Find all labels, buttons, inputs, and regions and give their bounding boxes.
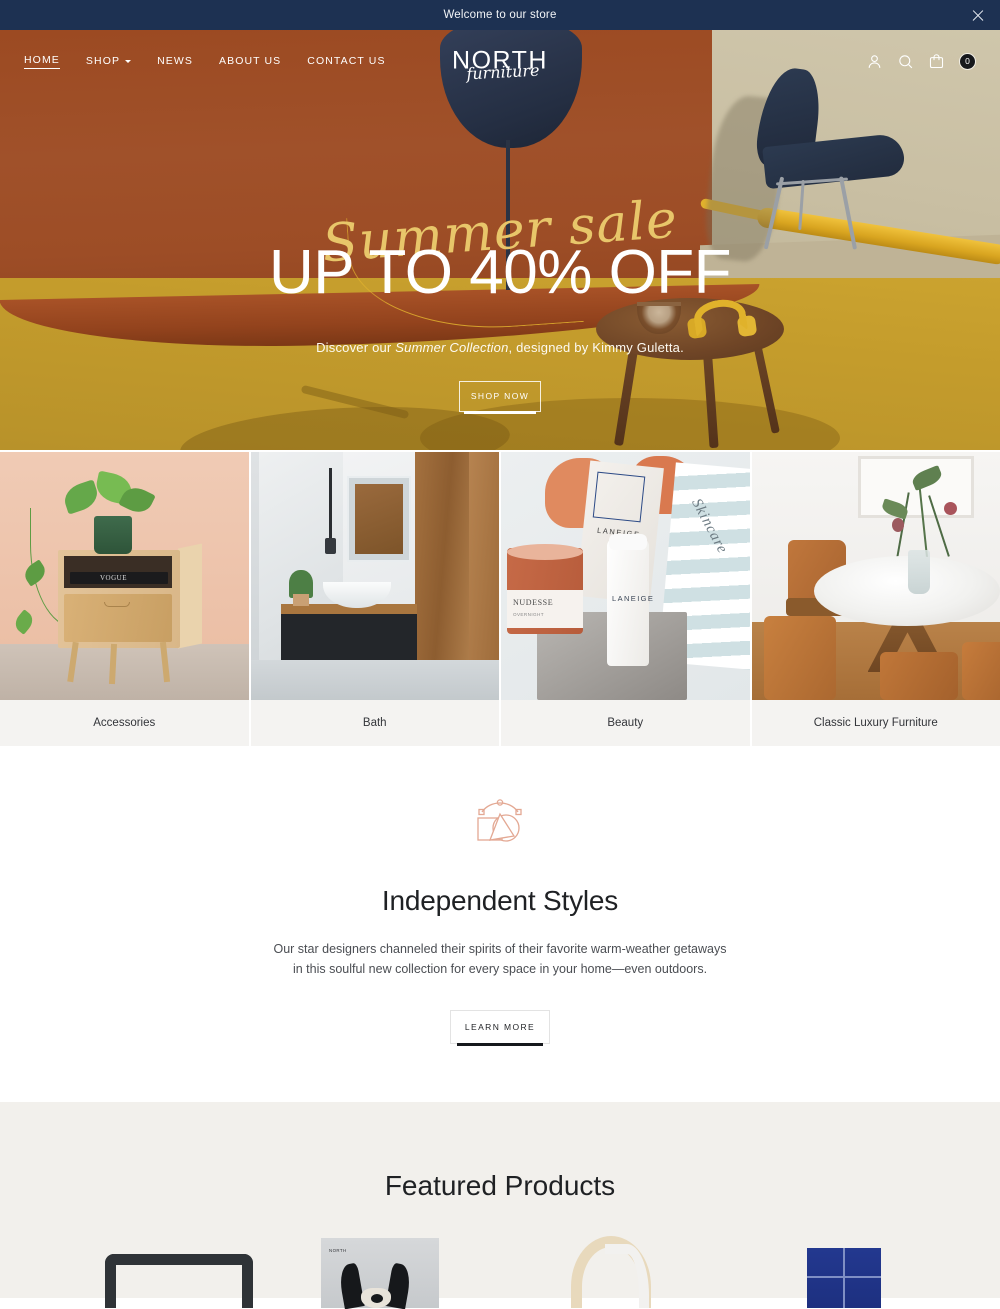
cart-count-badge[interactable]: 0 [959,53,976,70]
featured-products-title: Featured Products [0,1170,1000,1202]
nav-label: SHOP [86,55,120,67]
nav-label: HOME [24,54,60,66]
section-body-line-1: Our star designers channeled their spiri… [0,939,1000,959]
hero-subtitle-emphasis: Summer Collection [395,340,508,355]
category-card-beauty[interactable]: Skincare LANEIGE NUDESSE OVERNIGHT LANEI… [501,452,750,746]
nav-item-about-us[interactable]: ABOUT US [219,55,281,67]
hero-subtitle-before: Discover our [316,340,395,355]
hero-headline: UP TO 40% OFF [0,210,1000,304]
section-body: Our star designers channeled their spiri… [0,939,1000,980]
nav-item-news[interactable]: NEWS [157,55,193,67]
nav-item-shop[interactable]: SHOP [86,55,131,67]
logo-script-text: furniture [466,61,540,84]
featured-products-row: NORTH [0,1238,1000,1308]
announcement-text: Welcome to our store [443,9,556,21]
nav-label: CONTACT US [307,55,385,67]
product-card-cream-curved-lamp[interactable] [515,1238,715,1308]
account-icon[interactable] [866,53,883,70]
shop-now-button[interactable]: SHOP NOW [459,381,541,412]
bag-icon[interactable] [928,53,945,70]
nudesse-candle-label: NUDESSE [513,598,553,607]
product-card-black-side-table[interactable] [55,1238,255,1308]
site-logo[interactable]: NORTH furniture [452,49,548,74]
category-label[interactable]: Classic Luxury Furniture [752,700,1000,746]
category-label[interactable]: Accessories [0,700,249,746]
category-grid: VOGUE Accessories Bath Skincare [0,450,1000,746]
category-image-accessories: VOGUE [0,452,249,700]
category-card-bath[interactable]: Bath [251,452,500,746]
category-card-classic-luxury-furniture[interactable]: Classic Luxury Furniture [752,452,1000,746]
poster-caption: NORTH [329,1248,347,1253]
category-image-classic-luxury-furniture [752,452,1000,700]
category-image-bath [251,452,500,700]
category-image-beauty: Skincare LANEIGE NUDESSE OVERNIGHT LANEI… [501,452,750,700]
laneige-bottle-label: LANEIGE [612,594,654,603]
product-card-blue-panel-art[interactable] [745,1238,945,1308]
independent-styles-section: Independent Styles Our star designers ch… [0,746,1000,1102]
category-label[interactable]: Beauty [501,700,750,746]
site-header: HOME SHOP NEWS ABOUT US CONTACT US NORTH… [0,30,1000,92]
main-navigation: HOME SHOP NEWS ABOUT US CONTACT US [24,54,386,69]
nav-label: ABOUT US [219,55,281,67]
close-icon[interactable] [970,7,986,23]
nav-label: NEWS [157,55,193,67]
nav-item-contact-us[interactable]: CONTACT US [307,55,385,67]
vogue-book-label: VOGUE [100,574,127,582]
nudesse-candle-sublabel: OVERNIGHT [513,612,544,617]
hero-content: Summer sale UP TO 40% OFF Discover our S… [0,210,1000,412]
chevron-down-icon [125,60,131,63]
design-tool-icon [470,796,530,850]
featured-products-section: Featured Products NORTH [0,1102,1000,1298]
nav-item-home[interactable]: HOME [24,54,60,69]
search-icon[interactable] [897,53,914,70]
announcement-bar: Welcome to our store [0,0,1000,30]
category-label[interactable]: Bath [251,700,500,746]
category-card-accessories[interactable]: VOGUE Accessories [0,452,249,746]
hero-subtitle: Discover our Summer Collection, designed… [0,340,1000,355]
header-icons: 0 [866,53,976,70]
learn-more-button[interactable]: LEARN MORE [450,1010,550,1044]
product-card-dog-poster[interactable]: NORTH [285,1238,485,1308]
hero-subtitle-after: , designed by Kimmy Guletta. [509,340,684,355]
hero-banner: HOME SHOP NEWS ABOUT US CONTACT US NORTH… [0,30,1000,450]
section-title: Independent Styles [0,885,1000,917]
section-body-line-2: in this soulful new collection for every… [0,959,1000,979]
